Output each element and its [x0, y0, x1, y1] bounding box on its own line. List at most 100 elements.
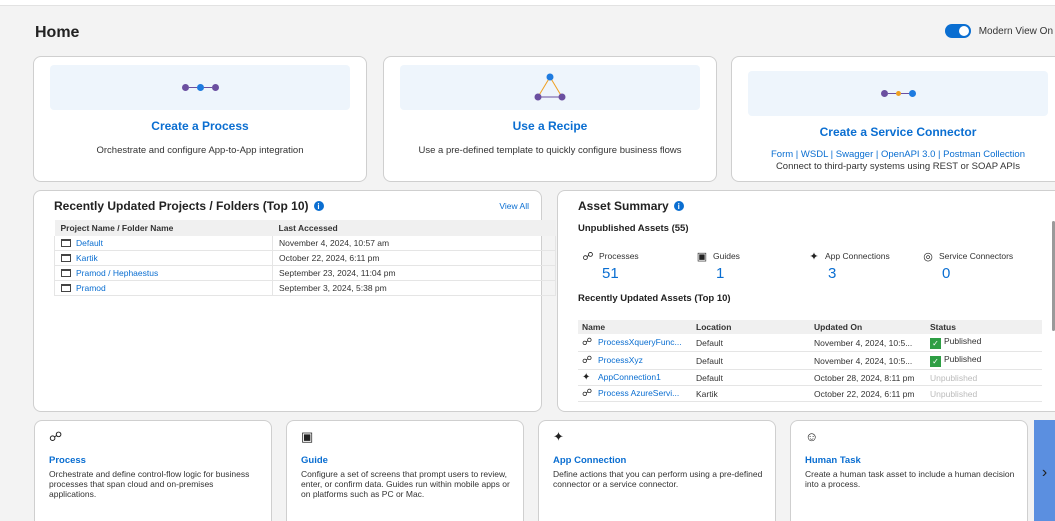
create-process-description: Orchestrate and configure App-to-App int… — [96, 145, 304, 156]
create-service-connector-description: Connect to third-party systems using RES… — [775, 161, 1021, 172]
column-header[interactable]: Name — [578, 320, 692, 334]
human-task-type-card[interactable]: ☺ Human Task Create a human task asset t… — [790, 420, 1028, 521]
app-connection-type-description: Define actions that you can perform usin… — [553, 469, 763, 490]
asset-location: Default — [692, 369, 810, 386]
connector-type-links[interactable]: Form | WSDL | Swagger | OpenAPI 3.0 | Po… — [732, 149, 1055, 160]
create-service-connector-card[interactable]: Create a Service Connector Form | WSDL |… — [731, 56, 1055, 182]
app-connection-icon: ✦ — [553, 429, 564, 444]
process-type-card[interactable]: ☍ Process Orchestrate and define control… — [34, 420, 272, 521]
stat-label: Service Connectors — [939, 251, 1014, 261]
table-row[interactable]: ☍ ProcessXqueryFunc... Default November 4… — [578, 334, 1042, 352]
status-badge: Published — [944, 336, 982, 346]
status-badge: Published — [944, 354, 982, 364]
folder-icon — [61, 254, 71, 262]
use-recipe-card[interactable]: Use a Recipe Use a pre-defined template … — [383, 56, 717, 182]
modern-view-label: Modern View On — [978, 25, 1053, 37]
stat-service-connectors[interactable]: ◎ Service Connectors 0 — [922, 250, 1014, 283]
view-all-link[interactable]: View All — [499, 201, 529, 211]
column-header[interactable]: Updated On — [810, 320, 926, 334]
stat-value[interactable]: 3 — [828, 265, 890, 282]
unpublished-assets-heading: Unpublished Assets (55) — [578, 223, 689, 234]
column-header[interactable]: Last Accessed — [272, 220, 556, 236]
info-icon[interactable]: i — [673, 201, 684, 211]
asset-link[interactable]: ProcessXyz — [598, 355, 643, 365]
human-task-type-title[interactable]: Human Task — [805, 455, 861, 466]
process-icon: ☍ — [582, 388, 593, 399]
asset-summary-panel: Asset Summary i Unpublished Assets (55) … — [557, 190, 1055, 412]
projects-table: Project Name / Folder Name Last Accessed… — [54, 220, 556, 296]
process-icon: ☍ — [49, 429, 63, 444]
table-row[interactable]: Pramod September 3, 2024, 5:38 pm — [54, 280, 556, 296]
stat-guides[interactable]: ▣ Guides 1 — [696, 250, 740, 283]
folder-icon — [61, 239, 71, 247]
assets-table: Name Location Updated On Status ☍ Process… — [578, 320, 1042, 402]
modern-view-toggle-group: Modern View On — [944, 24, 1053, 38]
project-link[interactable]: Pramod — [76, 283, 106, 293]
carousel-next-button[interactable]: › — [1034, 420, 1055, 521]
stat-label: Guides — [713, 251, 740, 261]
asset-updated: October 22, 2024, 6:11 pm — [810, 385, 926, 402]
use-recipe-description: Use a pre-defined template to quickly co… — [418, 145, 682, 156]
stat-label: Processes — [599, 251, 639, 261]
check-icon: ✓ — [930, 338, 941, 349]
last-accessed: September 3, 2024, 5:38 pm — [272, 280, 556, 296]
table-row[interactable]: ☍ ProcessXyz Default November 4, 2024, 10… — [578, 351, 1042, 370]
check-icon: ✓ — [930, 356, 941, 367]
asset-updated: November 4, 2024, 10:5... — [810, 351, 926, 370]
process-icon: ☍ — [582, 337, 593, 348]
stat-processes[interactable]: ☍ Processes 51 — [582, 250, 639, 283]
create-process-title[interactable]: Create a Process — [34, 119, 366, 133]
asset-link[interactable]: AppConnection1 — [598, 372, 661, 382]
asset-location: Default — [692, 334, 810, 352]
stat-value[interactable]: 51 — [602, 265, 639, 282]
status-badge: Unpublished — [926, 385, 1042, 402]
guide-type-card[interactable]: ▣ Guide Configure a set of screens that … — [286, 420, 524, 521]
folder-icon — [61, 269, 71, 277]
project-link[interactable]: Kartik — [76, 253, 98, 263]
info-icon[interactable]: i — [313, 201, 324, 211]
table-row[interactable]: Default November 4, 2024, 10:57 am — [54, 236, 556, 251]
recipe-illustration — [400, 65, 700, 110]
service-connector-icon: ◎ — [923, 250, 933, 263]
guide-type-title[interactable]: Guide — [301, 455, 328, 466]
last-accessed: November 4, 2024, 10:57 am — [272, 236, 556, 251]
process-type-title[interactable]: Process — [49, 455, 86, 466]
column-header[interactable]: Project Name / Folder Name — [54, 220, 273, 236]
use-recipe-title[interactable]: Use a Recipe — [384, 119, 716, 133]
modern-view-toggle[interactable] — [944, 24, 971, 38]
last-accessed: October 22, 2024, 6:11 pm — [272, 250, 556, 266]
recent-assets-heading: Recently Updated Assets (Top 10) — [578, 293, 731, 304]
process-icon: ☍ — [582, 250, 594, 263]
create-service-connector-title[interactable]: Create a Service Connector — [732, 125, 1055, 139]
stat-value[interactable]: 1 — [716, 265, 740, 282]
project-link[interactable]: Default — [76, 238, 103, 248]
triangle-nodes-icon — [534, 73, 566, 100]
table-row[interactable]: ✦ AppConnection1 Default October 28, 2024… — [578, 369, 1042, 386]
connector-dots-icon — [880, 90, 916, 97]
app-connection-type-card[interactable]: ✦ App Connection Define actions that you… — [538, 420, 776, 521]
asset-location: Kartik — [692, 385, 810, 402]
project-link[interactable]: Pramod / Hephaestus — [76, 268, 158, 278]
table-row[interactable]: Pramod / Hephaestus September 23, 2024, … — [54, 265, 556, 281]
table-row[interactable]: ☍ Process AzureServi... Kartik October 22… — [578, 385, 1042, 402]
create-process-card[interactable]: Create a Process Orchestrate and configu… — [33, 56, 367, 182]
asset-updated: November 4, 2024, 10:5... — [810, 334, 926, 352]
human-task-type-description: Create a human task asset to include a h… — [805, 469, 1015, 490]
stat-app-connections[interactable]: ✦ App Connections 3 — [808, 250, 890, 283]
stat-label: App Connections — [825, 251, 890, 261]
asset-link[interactable]: ProcessXqueryFunc... — [598, 337, 682, 347]
stat-value[interactable]: 0 — [942, 265, 1013, 282]
folder-icon — [61, 284, 71, 292]
service-connector-illustration — [748, 71, 1048, 116]
asset-link[interactable]: Process AzureServi... — [598, 388, 679, 398]
app-connection-type-title[interactable]: App Connection — [553, 455, 626, 466]
asset-location: Default — [692, 351, 810, 370]
guide-type-description: Configure a set of screens that prompt u… — [301, 469, 510, 500]
asset-summary-title-text: Asset Summary — [578, 199, 669, 213]
column-header[interactable]: Status — [926, 320, 1042, 334]
asset-summary-title: Asset Summary i — [578, 199, 684, 213]
column-header[interactable]: Location — [692, 320, 810, 334]
status-badge: Unpublished — [926, 369, 1042, 386]
table-row[interactable]: Kartik October 22, 2024, 6:11 pm — [54, 250, 556, 266]
asset-updated: October 28, 2024, 8:11 pm — [810, 369, 926, 386]
